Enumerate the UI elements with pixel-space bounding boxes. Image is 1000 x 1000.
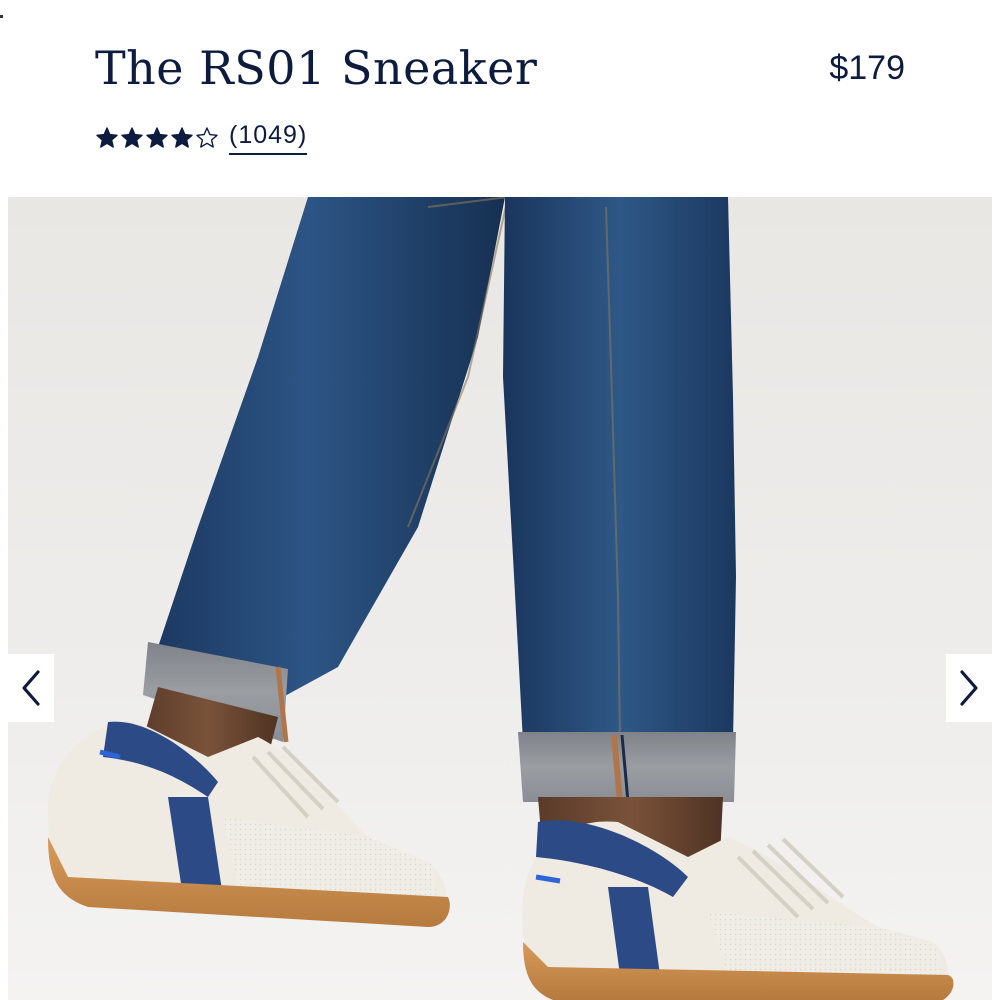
star-rating <box>95 126 219 150</box>
product-title: The RS01 Sneaker <box>95 41 538 95</box>
chevron-right-icon <box>960 670 978 706</box>
product-image-gallery <box>8 197 992 1000</box>
gallery-next-button[interactable] <box>946 654 992 722</box>
star-filled-icon <box>121 127 143 148</box>
chevron-left-icon <box>22 670 40 706</box>
product-photo <box>8 197 992 1000</box>
star-filled-icon <box>146 127 168 148</box>
rating-row: (1049) <box>95 118 308 158</box>
gallery-prev-button[interactable] <box>8 654 54 722</box>
star-filled-icon <box>171 127 193 148</box>
star-filled-icon <box>96 127 118 148</box>
reviews-link[interactable]: (1049) <box>229 121 308 155</box>
product-header: The RS01 Sneaker $179 (1049) <box>0 0 1000 197</box>
star-empty-icon <box>196 127 218 148</box>
product-price: $179 <box>829 49 905 87</box>
